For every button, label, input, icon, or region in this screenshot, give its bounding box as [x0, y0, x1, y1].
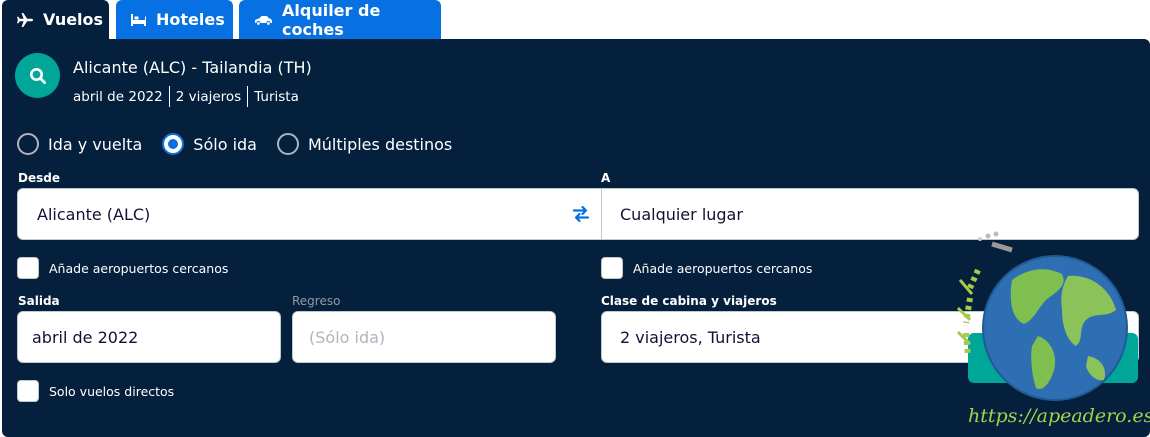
nearby-airports-from-checkbox[interactable]: Añade aeropuertos cercanos [17, 257, 228, 279]
nearby-airports-to-checkbox[interactable]: Añade aeropuertos cercanos [601, 257, 812, 279]
from-value: Alicante (ALC) [37, 204, 151, 224]
radio-label: Múltiples destinos [307, 134, 453, 154]
to-input[interactable]: Cualquier lugar [601, 188, 1139, 240]
tab-flights[interactable]: Vuelos [2, 0, 109, 39]
to-label: A [601, 171, 611, 185]
tab-label: Alquiler de coches [282, 0, 381, 39]
depart-label: Salida [18, 294, 60, 308]
car-icon [253, 14, 273, 26]
airplane-icon [16, 12, 34, 28]
direct-flights-checkbox[interactable]: Solo vuelos directos [17, 380, 174, 402]
depart-value: abril de 2022 [32, 327, 139, 347]
summary-cabin: Turista [254, 88, 299, 105]
summary-route: Alicante (ALC) - Tailandia (TH) [73, 58, 312, 77]
checkbox-label: Añade aeropuertos cercanos [49, 260, 229, 276]
divider [168, 86, 170, 107]
tab-car-rental[interactable]: Alquiler de coches [239, 0, 441, 39]
radio-round-trip[interactable]: Ida y vuelta [17, 133, 142, 155]
radio-button[interactable] [17, 133, 39, 155]
divider [247, 86, 249, 107]
arrow-right-icon [1086, 346, 1106, 370]
bed-icon [130, 13, 147, 27]
to-value: Cualquier lugar [620, 204, 743, 224]
trip-type-radios: Ida y vuelta Sólo ida Múltiples destinos [17, 133, 472, 155]
checkbox-label: Añade aeropuertos cercanos [633, 260, 813, 276]
swap-icon[interactable] [571, 205, 591, 227]
radio-one-way[interactable]: Sólo ida [162, 133, 257, 155]
radio-label: Sólo ida [193, 134, 257, 154]
cabin-travellers-value: 2 viajeros, Turista [620, 327, 761, 347]
return-date-input[interactable]: (Sólo ida) [292, 311, 556, 363]
from-input[interactable]: Alicante (ALC) [17, 188, 602, 240]
summary-details: abril de 2022 2 viajeros Turista [73, 86, 299, 107]
radio-button[interactable] [276, 133, 299, 155]
tab-hotels[interactable]: Hoteles [116, 0, 233, 39]
return-label: Regreso [292, 294, 341, 308]
checkbox-label: Solo vuelos directos [49, 383, 175, 399]
summary-date: abril de 2022 [73, 88, 163, 105]
search-button-label: Buscar [999, 346, 1077, 370]
checkbox[interactable] [601, 257, 623, 279]
cabin-travellers-label: Clase de cabina y viajeros [601, 294, 777, 308]
return-placeholder: (Sólo ida) [309, 327, 386, 347]
radio-label: Ida y vuelta [48, 134, 143, 154]
tab-label: Hoteles [156, 10, 225, 29]
radio-button-selected[interactable] [162, 133, 185, 155]
checkbox[interactable] [17, 380, 39, 402]
depart-date-input[interactable]: abril de 2022 [17, 311, 281, 363]
search-button[interactable]: Buscar [968, 333, 1138, 383]
tab-label: Vuelos [43, 10, 104, 29]
search-icon [15, 53, 60, 98]
from-label: Desde [18, 171, 60, 185]
watermark-url: https://apeadero.es [968, 405, 1150, 427]
radio-multi-city[interactable]: Múltiples destinos [276, 133, 453, 155]
summary-travellers: 2 viajeros [175, 88, 242, 105]
checkbox[interactable] [17, 257, 39, 279]
